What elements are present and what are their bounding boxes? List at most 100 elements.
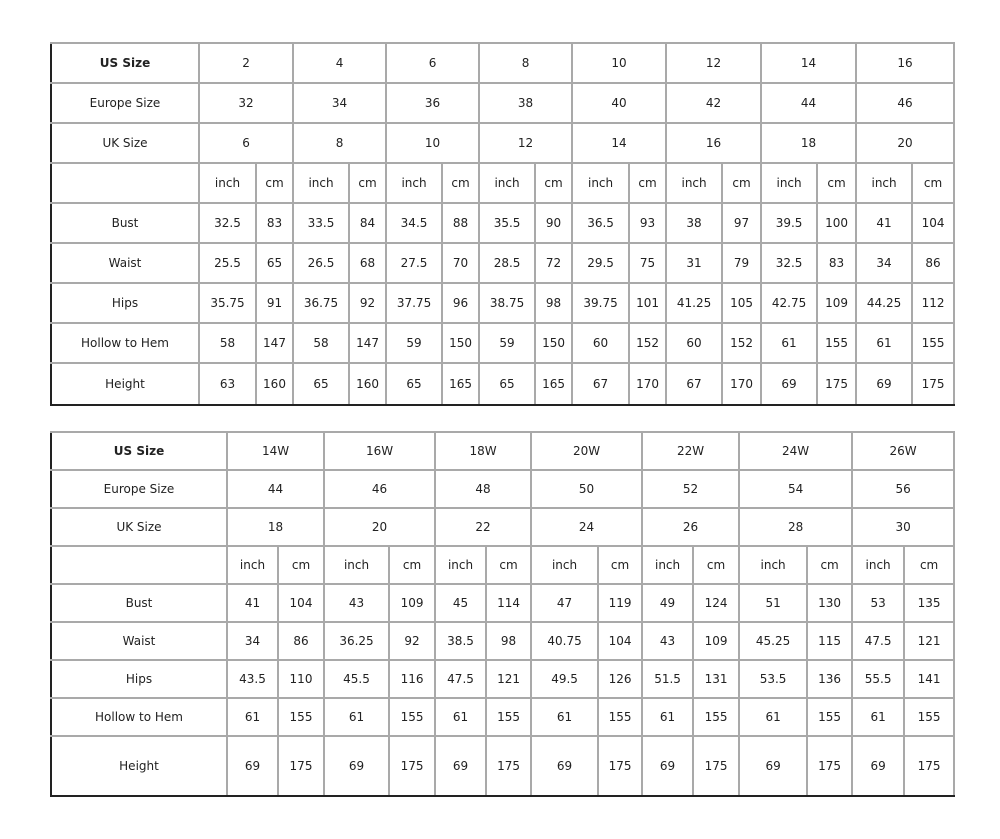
value-cm: 110: [276, 659, 326, 699]
us-size-cell: 16W: [323, 431, 437, 471]
value-cm: 116: [388, 659, 437, 699]
us-size-label: US Size: [50, 431, 228, 471]
europe-size-cell: 40: [571, 82, 668, 124]
value-cm: 104: [276, 583, 326, 623]
value-inch: 58: [292, 322, 351, 364]
value-inch: 61: [434, 697, 488, 737]
value-inch: 25.5: [198, 242, 257, 284]
uk-size-cell: 14: [571, 122, 668, 164]
uk-size-row: UK Size 6 8 10 12 14 16 18 20: [50, 122, 956, 164]
uk-size-cell: 18: [225, 507, 326, 547]
value-inch: 27.5: [385, 242, 444, 284]
value-cm: 175: [911, 362, 956, 406]
uk-size-cell: 16: [665, 122, 763, 164]
value-cm: 155: [276, 697, 326, 737]
value-inch: 36.25: [323, 621, 391, 661]
measurement-row-hips: Hips 43.5 110 45.5 116 47.5 121 49.5 126 51.5 131 5…: [50, 659, 956, 699]
uk-size-label: UK Size: [50, 122, 200, 164]
value-cm: 92: [388, 621, 437, 661]
value-cm: 121: [903, 621, 956, 661]
value-cm: 109: [816, 282, 858, 324]
unit-row-blank: [50, 545, 228, 585]
value-inch: 67: [571, 362, 631, 406]
value-inch: 61: [323, 697, 391, 737]
value-cm: 136: [806, 659, 854, 699]
uk-size-cell: 30: [851, 507, 956, 547]
measurement-label: Height: [50, 362, 200, 406]
uk-size-cell: 8: [292, 122, 388, 164]
europe-size-cell: 52: [641, 469, 741, 509]
value-cm: 96: [441, 282, 481, 324]
value-inch: 69: [760, 362, 819, 406]
value-inch: 43: [641, 621, 695, 661]
value-inch: 61: [738, 697, 809, 737]
europe-size-cell: 44: [760, 82, 858, 124]
value-cm: 92: [348, 282, 388, 324]
uk-size-row: UK Size 18 20 22 24 26 28 30: [50, 507, 956, 547]
unit-cm: cm: [597, 545, 644, 585]
measurement-label: Bust: [50, 202, 200, 244]
value-inch: 45.25: [738, 621, 809, 661]
us-size-cell: 24W: [738, 431, 854, 471]
uk-size-label: UK Size: [50, 507, 228, 547]
unit-cm: cm: [254, 162, 295, 204]
value-inch: 69: [434, 735, 488, 797]
value-inch: 32.5: [760, 242, 819, 284]
value-cm: 155: [388, 697, 437, 737]
value-inch: 63: [198, 362, 257, 406]
value-inch: 41: [226, 583, 279, 623]
europe-size-cell: 46: [855, 82, 956, 124]
unit-cm: cm: [348, 162, 388, 204]
value-inch: 26.5: [292, 242, 351, 284]
value-cm: 98: [534, 282, 574, 324]
europe-size-cell: 48: [434, 469, 533, 509]
value-cm: 126: [597, 659, 644, 699]
unit-inch: inch: [855, 162, 914, 204]
unit-cm: cm: [911, 162, 956, 204]
value-cm: 115: [806, 621, 854, 661]
unit-cm: cm: [276, 545, 326, 585]
europe-size-cell: 34: [292, 82, 388, 124]
europe-size-cell: 46: [323, 469, 437, 509]
us-size-cell: 20W: [530, 431, 644, 471]
value-cm: 155: [903, 697, 956, 737]
value-inch: 61: [530, 697, 600, 737]
unit-inch: inch: [292, 162, 351, 204]
us-size-cell: 22W: [641, 431, 741, 471]
unit-inch: inch: [851, 545, 906, 585]
value-inch: 69: [323, 735, 391, 797]
value-cm: 68: [348, 242, 388, 284]
us-size-label: US Size: [50, 42, 200, 84]
value-cm: 121: [485, 659, 533, 699]
value-inch: 40.75: [530, 621, 600, 661]
value-inch: 53: [851, 583, 906, 623]
value-inch: 51: [738, 583, 809, 623]
value-cm: 101: [628, 282, 668, 324]
uk-size-cell: 28: [738, 507, 854, 547]
value-inch: 34: [855, 242, 914, 284]
value-cm: 155: [597, 697, 644, 737]
value-cm: 104: [911, 202, 956, 244]
unit-row: inch cm inch cm inch cm inch cm inch cm inch cm inch…: [50, 545, 956, 585]
value-cm: 150: [441, 322, 481, 364]
measurement-row-height: Height 69 175 69 175 69 175 69 175 69 175 69 175 69 17…: [50, 735, 956, 797]
measurement-label: Hips: [50, 659, 228, 699]
europe-size-cell: 56: [851, 469, 956, 509]
value-inch: 29.5: [571, 242, 631, 284]
europe-size-label: Europe Size: [50, 82, 200, 124]
value-cm: 83: [254, 202, 295, 244]
value-cm: 109: [692, 621, 741, 661]
value-cm: 175: [816, 362, 858, 406]
us-size-cell: 16: [855, 42, 956, 84]
value-inch: 42.75: [760, 282, 819, 324]
value-inch: 65: [478, 362, 537, 406]
value-cm: 175: [276, 735, 326, 797]
value-inch: 32.5: [198, 202, 257, 244]
unit-cm: cm: [534, 162, 574, 204]
europe-size-cell: 50: [530, 469, 644, 509]
value-inch: 58: [198, 322, 257, 364]
us-size-cell: 4: [292, 42, 388, 84]
value-cm: 104: [597, 621, 644, 661]
value-cm: 86: [276, 621, 326, 661]
value-cm: 112: [911, 282, 956, 324]
